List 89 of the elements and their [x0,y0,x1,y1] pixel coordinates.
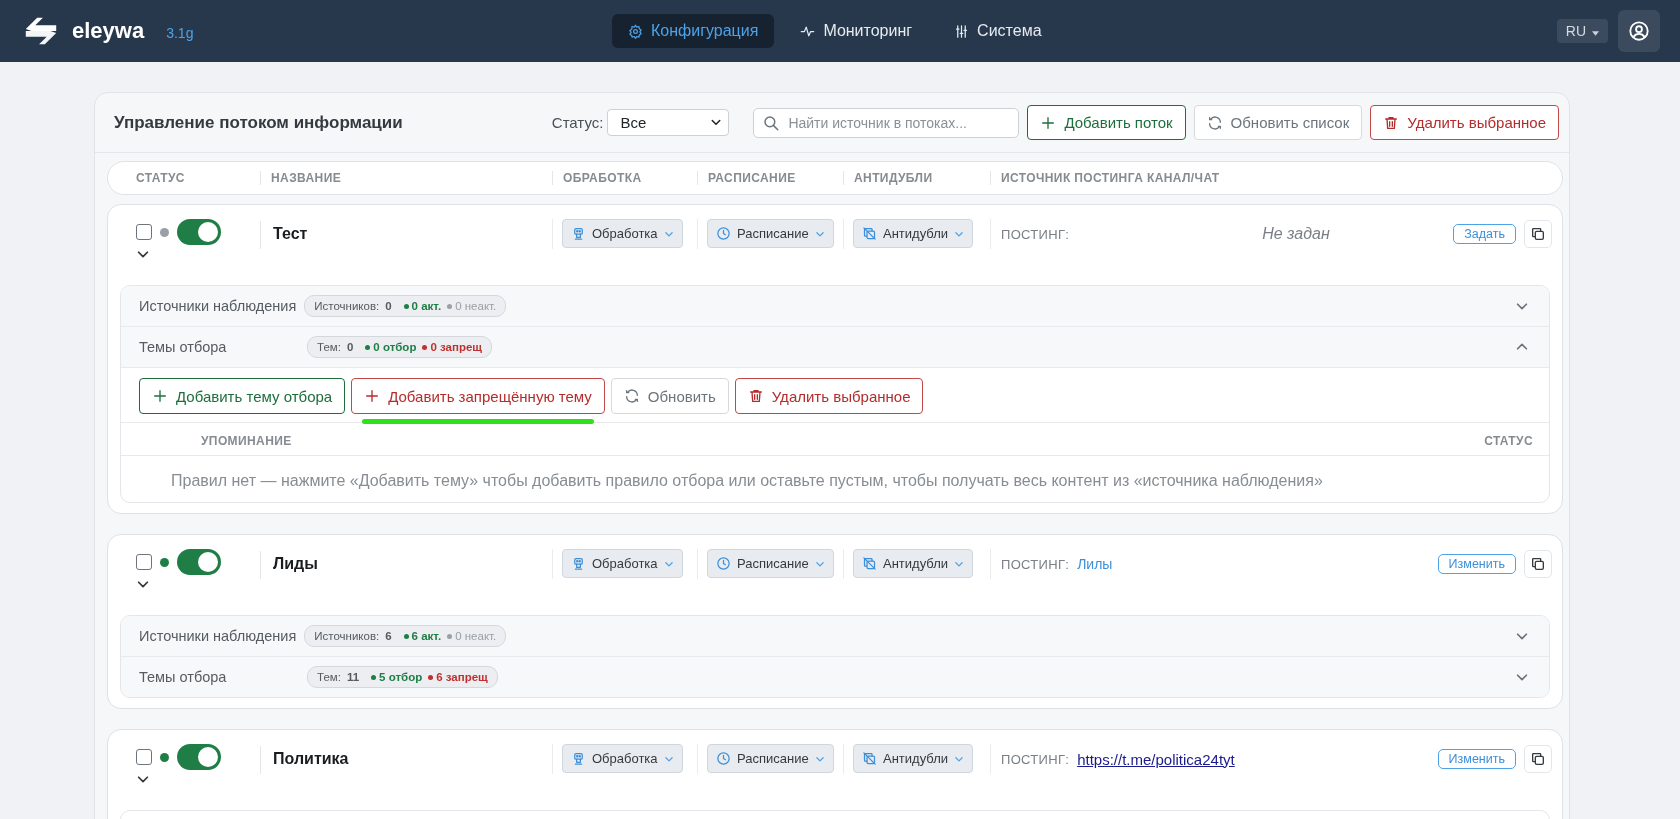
add-button[interactable]: Добавить тему отбора [139,378,346,414]
flow-name: Тест [260,221,552,249]
section-title[interactable]: Темы отбора [139,339,307,355]
nav-tab[interactable]: Конфигурация [612,14,775,48]
copy-icon [1530,226,1546,242]
menu-dropdown[interactable]: Обработка [562,744,683,773]
language-dropdown[interactable]: RU [1556,19,1608,43]
nav-tab[interactable]: Мониторинг [784,14,929,48]
checkbox[interactable] [136,749,152,765]
column-header: СТАТУС [1483,434,1533,448]
menu-dropdown[interactable]: Антидубли [853,549,973,578]
delete-button[interactable]: Удалить выбранное [734,378,924,414]
panel-title: Управление потоком информации [114,112,403,133]
status-select[interactable]: Все [607,109,730,136]
menu-dropdown[interactable]: Расписание [707,744,834,773]
column-header: СТАТУС [135,171,186,185]
checkbox[interactable] [136,224,152,240]
delete-button[interactable]: Удалить выбранное [1370,105,1559,140]
add-button[interactable]: Добавить поток [1027,105,1186,140]
posting-label: ПОСТИНГ: [1001,226,1070,242]
search-icon [762,113,781,132]
edit-button[interactable]: Изменить [1437,749,1516,769]
flow-name: Лиды [260,551,552,579]
empty-message: Правил нет — нажмите «Добавить тему» чтобы добавить правило отбора или оставьте пустым, чтобы получать весь контент из «источника наблюдения» [170,471,1324,491]
copy-icon [1530,751,1546,767]
plus-icon [364,388,381,404]
user-button[interactable] [1618,10,1660,52]
no-copy-icon [862,226,877,241]
trash-icon [747,388,764,404]
nav-tab[interactable]: Система [938,14,1058,48]
robot-icon [571,751,586,766]
refresh-button[interactable]: Обновить список [1193,105,1363,140]
clock-icon [716,751,731,766]
clock-icon [716,226,731,241]
section-title[interactable]: Темы отбора [139,669,307,685]
trash-icon [1383,114,1400,131]
edit-button[interactable]: Изменить [1437,554,1516,574]
gear-icon [628,23,643,39]
copy-button[interactable] [1524,220,1552,248]
robot-icon [571,556,586,571]
menu-dropdown[interactable]: Обработка [562,549,683,578]
count-badge: Тем: 11 5 отбор 6 запрещ [307,666,498,688]
posting-label: ПОСТИНГ: [1001,751,1070,767]
caret-icon [1592,31,1599,36]
user-icon [1628,20,1650,42]
posting-link[interactable]: https://t.me/politica24tyt [1077,750,1235,768]
section-title[interactable]: Источники наблюдения [139,628,297,644]
add-button[interactable]: Добавить запрещённую тему [351,378,605,414]
copy-button[interactable] [1524,550,1552,578]
count-badge: Источников: 0 0 акт. 0 неакт. [304,295,507,317]
edit-button[interactable]: Задать [1453,224,1516,244]
version-label: 3.1g [166,25,194,41]
sliders-icon [954,23,970,39]
column-header: РАСПИСАНИЕ [697,171,843,185]
toggle-switch[interactable] [177,744,221,770]
menu-dropdown[interactable]: Расписание [707,549,834,578]
refresh-icon [623,388,640,404]
posting-value: Не задан [1262,225,1330,243]
column-header: ОБРАБОТКА [552,171,697,185]
count-badge: Источников: 6 6 акт. 0 неакт. [304,625,507,647]
plus-icon [1040,114,1057,131]
menu-dropdown[interactable]: Обработка [562,219,683,248]
plus-icon [152,388,168,404]
column-header: НАЗВАНИЕ [260,171,552,185]
toggle-switch[interactable] [177,549,221,575]
posting-value: Лилы [1077,556,1113,572]
refresh-icon [1206,114,1223,131]
clock-icon [716,556,731,571]
column-header: АНТИДУБЛИ [843,171,990,185]
search-field[interactable]: Найти источник в потоках... [753,107,1020,138]
menu-dropdown[interactable]: Антидубли [853,219,973,248]
posting-label: ПОСТИНГ: [1001,556,1070,572]
robot-icon [571,226,586,241]
menu-dropdown[interactable]: Антидубли [853,744,973,773]
refresh-button[interactable]: Обновить [610,378,729,414]
no-copy-icon [862,556,877,571]
status-label: Статус: [551,114,604,131]
count-badge: Тем: 0 0 отбор 0 запрещ [307,336,493,358]
section-title[interactable]: Источники наблюдения [139,298,297,314]
menu-dropdown[interactable]: Расписание [707,219,834,248]
checkbox[interactable] [136,554,152,570]
no-copy-icon [862,751,877,766]
copy-icon [1530,556,1546,572]
copy-button[interactable] [1524,745,1552,773]
flow-name: Политика [260,746,552,774]
app-name: eleywa [72,18,145,44]
column-header: УПОМИНАНИЕ [200,434,292,448]
toggle-switch[interactable] [177,219,221,245]
column-header: ИСТОЧНИК ПОСТИНГА КАНАЛ/ЧАТ [990,171,1562,185]
